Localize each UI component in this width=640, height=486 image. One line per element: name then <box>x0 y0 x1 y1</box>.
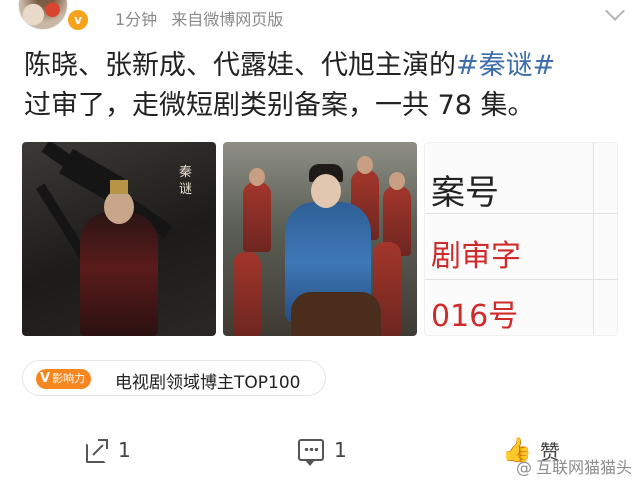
chevron-down-icon[interactable] <box>605 1 625 21</box>
figure-silhouette <box>80 212 158 336</box>
image-thumb-still[interactable] <box>223 142 417 336</box>
post-text-after: 过审了，走微短剧类别备案，一共 78 集。 <box>24 90 535 121</box>
watermark-at: @ <box>515 458 532 477</box>
share-button[interactable]: 1 <box>86 430 131 470</box>
doc-line-3: 016号 <box>431 299 519 334</box>
avatar-wrap[interactable]: v <box>18 0 96 32</box>
avatar[interactable] <box>18 0 68 30</box>
post-header: v 1分钟 来自微博网页版 <box>0 0 640 34</box>
influence-badge: V 影响力 <box>36 369 92 389</box>
watermark: @ 互联网猫猫头 <box>516 454 632 478</box>
horse-shape <box>291 292 381 336</box>
doc-line-1: 案号 <box>431 173 499 213</box>
crown-icon <box>110 180 128 194</box>
hashtag-link[interactable]: #秦谜# <box>456 50 555 81</box>
influence-chip[interactable]: V 影响力 电视剧领域博主TOP100 <box>22 360 326 396</box>
comment-button[interactable]: 1 <box>298 430 347 470</box>
comment-count: 1 <box>334 438 347 462</box>
figure-head <box>104 190 134 224</box>
poster-title: 秦谜 <box>179 165 193 197</box>
rider-head <box>311 174 341 208</box>
post-meta: 1分钟 来自微博网页版 <box>115 6 283 30</box>
post-source: 来自微博网页版 <box>171 10 284 29</box>
influence-badge-text: 影响力 <box>52 372 86 385</box>
watermark-name: 互联网猫猫头 <box>535 458 632 477</box>
post-text: 陈晓、张新成、代露娃、代旭主演的#秦谜# 过审了，走微短剧类别备案，一共 78 集… <box>24 46 624 126</box>
influence-label: 电视剧领域博主TOP100 <box>115 373 301 393</box>
share-count: 1 <box>118 438 131 462</box>
influence-v-icon: V <box>40 371 51 386</box>
doc-line-2: 剧审字 <box>431 239 521 274</box>
post-text-before: 陈晓、张新成、代露娃、代旭主演的 <box>24 50 456 81</box>
share-icon <box>86 439 108 463</box>
image-thumb-document[interactable]: 案号 剧审字 016号 <box>424 142 618 336</box>
verified-badge-icon: v <box>66 8 90 32</box>
post-time: 1分钟 <box>115 10 158 29</box>
image-gallery: 秦谜 案号 剧审字 016号 <box>22 142 618 336</box>
comment-icon <box>298 439 324 466</box>
image-thumb-poster[interactable]: 秦谜 <box>22 142 216 336</box>
